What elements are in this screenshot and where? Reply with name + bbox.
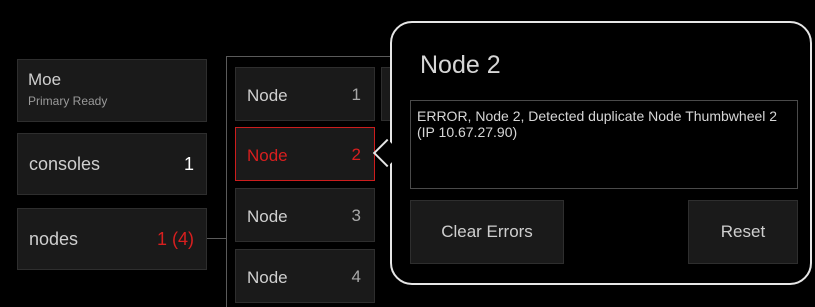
node-number: 2 bbox=[351, 145, 361, 164]
error-message-box: ERROR, Node 2, Detected duplicate Node T… bbox=[410, 100, 798, 189]
screen: Moe Primary Ready consoles 1 nodes 1 (4)… bbox=[0, 0, 815, 307]
clear-errors-button[interactable]: Clear Errors bbox=[410, 200, 564, 264]
connector-line bbox=[207, 238, 227, 239]
system-name: Moe bbox=[28, 70, 62, 89]
node-item-2[interactable]: Node 2 bbox=[235, 127, 375, 181]
node-detail-popup: Node 2 ERROR, Node 2, Detected duplicate… bbox=[390, 21, 812, 285]
nodes-count: 1 (4) bbox=[156, 229, 194, 249]
consoles-count: 1 bbox=[183, 154, 194, 174]
node-number: 4 bbox=[351, 267, 361, 286]
nodes-row[interactable]: nodes 1 (4) bbox=[17, 208, 207, 270]
nodes-label: nodes bbox=[29, 229, 79, 249]
node-item-3[interactable]: Node 3 bbox=[235, 188, 375, 242]
node-label: Node bbox=[247, 146, 288, 165]
system-status: Primary Ready bbox=[28, 94, 108, 108]
node-label: Node bbox=[247, 86, 288, 105]
consoles-row[interactable]: consoles 1 bbox=[17, 133, 207, 195]
node-number: 1 bbox=[351, 85, 361, 104]
connector-line bbox=[226, 56, 391, 57]
connector-line bbox=[226, 56, 227, 307]
node-item-4[interactable]: Node 4 bbox=[235, 249, 375, 303]
reset-button[interactable]: Reset bbox=[688, 200, 798, 264]
node-label: Node bbox=[247, 207, 288, 226]
node-label: Node bbox=[247, 268, 288, 287]
popup-title: Node 2 bbox=[420, 51, 501, 79]
consoles-label: consoles bbox=[29, 154, 101, 174]
node-number: 3 bbox=[351, 206, 361, 225]
system-tile[interactable]: Moe Primary Ready bbox=[17, 59, 207, 122]
node-item-1[interactable]: Node 1 bbox=[235, 67, 375, 121]
